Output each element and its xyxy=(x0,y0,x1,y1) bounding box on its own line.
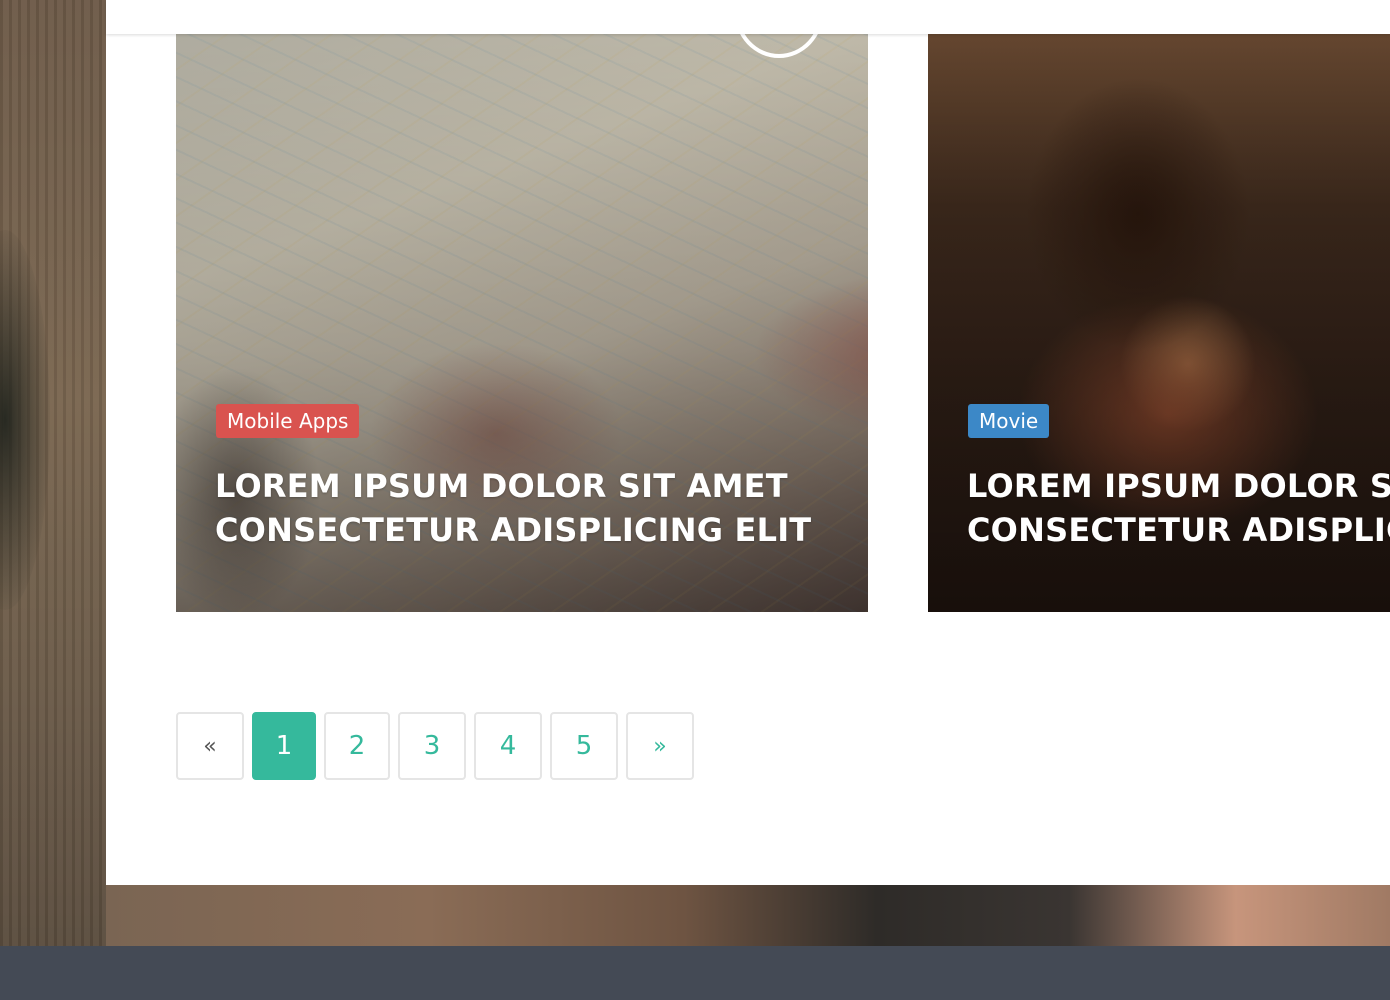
pagination-page-3[interactable]: 3 xyxy=(398,712,466,780)
post-card-1[interactable]: Mobile Apps LOREM IPSUM DOLOR SIT AMET C… xyxy=(176,34,868,612)
post-title-line-2: CONSECTETUR ADISPLICING ELIT xyxy=(967,511,1390,549)
site-footer xyxy=(0,946,1390,1000)
pagination-page-2[interactable]: 2 xyxy=(324,712,390,780)
pagination-page-4[interactable]: 4 xyxy=(474,712,542,780)
top-header-bar xyxy=(106,0,1390,34)
background-photo-strip xyxy=(106,885,1390,946)
post-title-line-1: LOREM IPSUM DOLOR SIT AMET xyxy=(967,467,1390,505)
pagination-prev-button[interactable]: « xyxy=(176,712,244,780)
background-shadow xyxy=(0,230,50,610)
post-title-line-2: CONSECTETUR ADISPLICING ELIT xyxy=(215,511,812,549)
category-badge[interactable]: Movie xyxy=(968,404,1050,438)
category-badge[interactable]: Mobile Apps xyxy=(216,404,360,438)
pagination-next-button[interactable]: » xyxy=(626,712,694,780)
post-title[interactable]: LOREM IPSUM DOLOR SIT AMET CONSECTETUR A… xyxy=(215,464,855,552)
pagination: « 1 2 3 4 5 » xyxy=(176,712,694,780)
pagination-page-5[interactable]: 5 xyxy=(550,712,618,780)
post-title[interactable]: LOREM IPSUM DOLOR SIT AMET CONSECTETUR A… xyxy=(967,464,1390,552)
post-title-line-1: LOREM IPSUM DOLOR SIT AMET xyxy=(215,467,788,505)
post-card-2[interactable]: Movie LOREM IPSUM DOLOR SIT AMET CONSECT… xyxy=(928,34,1390,612)
pagination-page-1[interactable]: 1 xyxy=(252,712,316,780)
